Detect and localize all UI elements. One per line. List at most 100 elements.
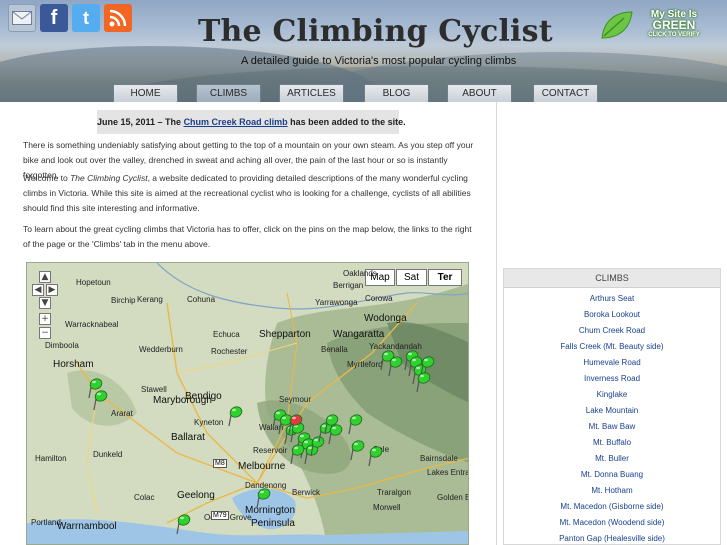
facebook-icon[interactable]: f (40, 4, 68, 32)
green-site-badge[interactable]: My Site Is GREEN CLICK TO VERIFY (600, 8, 718, 44)
map-label-oaklands: Oaklands (343, 269, 377, 278)
rss-icon[interactable] (104, 4, 132, 32)
climb-pin-icon[interactable] (367, 445, 383, 467)
map-label-hopetoun: Hopetoun (76, 278, 111, 287)
mail-icon[interactable] (8, 4, 36, 32)
climb-pin-icon[interactable] (175, 513, 191, 535)
map-label-morwell: Morwell (373, 503, 401, 512)
nav-articles[interactable]: ARTICLES (279, 84, 344, 102)
map-type-sat[interactable]: Sat (396, 269, 427, 286)
map-label-echuca: Echuca (213, 330, 240, 339)
map-label-stawell: Stawell (141, 385, 167, 394)
map-label-kerang: Kerang (137, 295, 163, 304)
selected-climb-pin-icon[interactable] (287, 413, 303, 435)
climb-link[interactable]: Lake Mountain (504, 403, 720, 419)
announcement-prefix: June 15, 2011 – The (97, 117, 184, 127)
map-label-corowa: Corowa (365, 294, 393, 303)
climb-link[interactable]: Chum Creek Road (504, 323, 720, 339)
map-label-berrigan: Berrigan (333, 281, 364, 290)
map-label-rochester: Rochester (211, 347, 248, 356)
nav-blog[interactable]: BLOG (364, 84, 429, 102)
map-label-shepparton: Shepparton (259, 329, 311, 340)
map-label-peninsula: Peninsula (251, 518, 295, 529)
announcement-suffix: has been added to the site. (287, 117, 406, 127)
road-shield-m79: M79 (211, 511, 229, 520)
site-header: f t The Climbing Cyclist A detailed guid… (0, 0, 727, 102)
climb-link[interactable]: Boroka Lookout (504, 307, 720, 323)
pan-left-icon[interactable]: ◀ (32, 284, 44, 296)
zoom-in-icon[interactable]: + (39, 313, 51, 325)
climb-link[interactable]: Mt. Baw Baw (504, 419, 720, 435)
climb-pin-icon[interactable] (327, 423, 343, 445)
map-label-dunkeld: Dunkeld (93, 450, 123, 459)
map-label-ballarat: Ballarat (171, 432, 205, 443)
map-type-ter[interactable]: Ter (428, 269, 462, 286)
climb-link[interactable]: Kinglake (504, 387, 720, 403)
map-label-colac: Colac (134, 493, 155, 502)
announcement-link[interactable]: Chum Creek Road climb (184, 117, 288, 127)
leaf-icon (601, 11, 633, 39)
twitter-icon[interactable]: t (72, 4, 100, 32)
climb-link[interactable]: Falls Creek (Mt. Beauty side) (504, 339, 720, 355)
climb-link[interactable]: Panton Gap (Healesville side) (504, 531, 720, 545)
climb-pin-icon[interactable] (289, 443, 305, 465)
climb-link[interactable]: Arthurs Seat (504, 291, 720, 307)
badge-line2: GREEN (652, 18, 696, 32)
map-label-berwick: Berwick (292, 488, 321, 497)
pan-right-icon[interactable]: ▶ (46, 284, 58, 296)
climbs-list: Arthurs Seat Boroka Lookout Chum Creek R… (504, 291, 720, 545)
map-label-myrtleford: Myrtleford (347, 360, 383, 369)
map-label-bendigo: Bendigo (185, 391, 222, 402)
map-label-hamilton: Hamilton (35, 454, 67, 463)
climb-pin-icon[interactable] (415, 371, 431, 393)
map-label-benalla: Benalla (321, 345, 348, 354)
map-label-wedderburn: Wedderburn (139, 345, 183, 354)
map-label-warracknabeal: Warracknabeal (65, 320, 119, 329)
climb-pin-icon[interactable] (92, 389, 108, 411)
map-label-kyneton: Kyneton (194, 418, 224, 427)
climb-link[interactable]: Inverness Road (504, 371, 720, 387)
site-tagline: A detailed guide to Victoria's most popu… (241, 55, 517, 67)
climb-link[interactable]: Mt. Donna Buang (504, 467, 720, 483)
map-label-horsham: Horsham (53, 359, 94, 370)
nav-about[interactable]: ABOUT (447, 84, 512, 102)
climb-pin-icon[interactable] (227, 405, 243, 427)
map-label-dimboola: Dimboola (45, 341, 79, 350)
climb-link[interactable]: Mt. Macedon (Gisborne side) (504, 499, 720, 515)
climb-link[interactable]: Mt. Buller (504, 451, 720, 467)
climb-pin-icon[interactable] (255, 487, 271, 509)
climb-link[interactable]: Mt. Macedon (Woodend side) (504, 515, 720, 531)
intro-paragraph-3: To learn about the great cycling climbs … (23, 224, 472, 249)
map-label-lakes-entrance: Lakes Entrance (427, 468, 468, 477)
zoom-out-icon[interactable]: − (39, 327, 51, 339)
map-label-reservoir: Reservoir (253, 446, 288, 455)
content-area: June 15, 2011 – The Chum Creek Road clim… (0, 102, 727, 545)
map-label-warrnambool: Warrnambool (57, 521, 117, 532)
map-label-golden-beach: Golden Beach (437, 493, 468, 502)
pan-up-icon[interactable]: ▲ (39, 271, 51, 283)
map-label-traralgon: Traralgon (377, 488, 411, 497)
road-shield-m8: M8 (213, 459, 227, 468)
climb-link[interactable]: Humevale Road (504, 355, 720, 371)
main-column: June 15, 2011 – The Chum Creek Road clim… (0, 102, 497, 545)
map-label-cohuna: Cohuna (187, 295, 216, 304)
climb-pin-icon[interactable] (349, 439, 365, 461)
nav-contact[interactable]: CONTACT (533, 84, 598, 102)
climbs-heading: CLIMBS (504, 269, 720, 288)
nav-home[interactable]: HOME (113, 84, 178, 102)
climb-pin-icon[interactable] (347, 413, 363, 435)
climbs-map[interactable]: Map Sat Ter ▲ ◀ ▶ ▼ + − Hopetoun Birchip… (26, 262, 469, 545)
sidebar: CLIMBS Arthurs Seat Boroka Lookout Chum … (497, 102, 727, 545)
climb-pin-icon[interactable] (387, 355, 403, 377)
site-title[interactable]: The Climbing Cyclist (198, 14, 553, 49)
pan-down-icon[interactable]: ▼ (39, 297, 51, 309)
climb-link[interactable]: Mt. Hotham (504, 483, 720, 499)
map-label-birchip: Birchip (111, 296, 136, 305)
climbs-widget: CLIMBS Arthurs Seat Boroka Lookout Chum … (503, 268, 721, 545)
climb-link[interactable]: Mt. Buffalo (504, 435, 720, 451)
badge-line3: CLICK TO VERIFY (648, 32, 700, 38)
nav-climbs[interactable]: CLIMBS (196, 84, 261, 102)
map-label-wodonga: Wodonga (364, 313, 407, 324)
map-label-bairnsdale: Bairnsdale (420, 454, 458, 463)
p2-before: Welcome to (23, 173, 71, 183)
